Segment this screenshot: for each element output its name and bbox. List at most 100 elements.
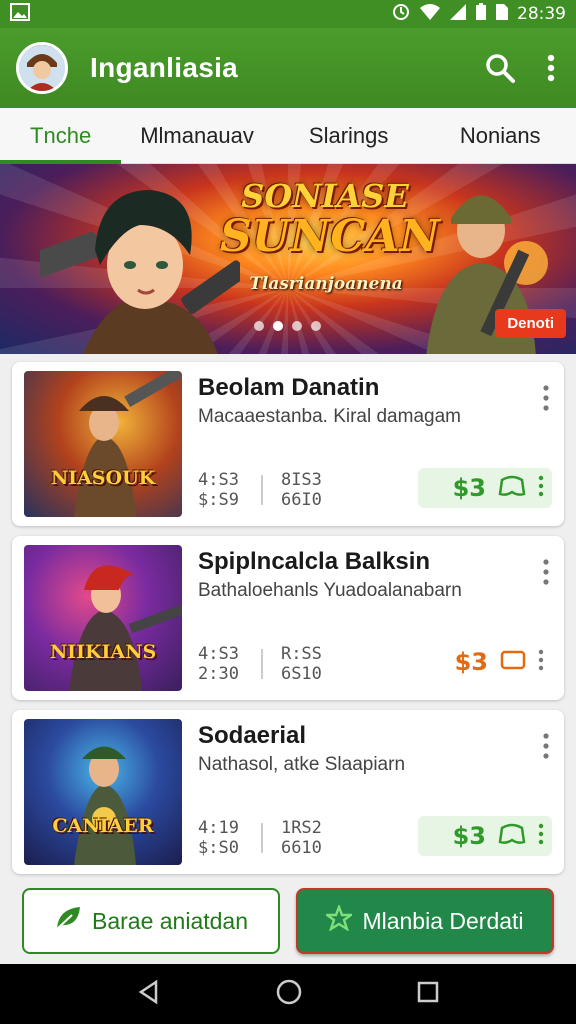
app-title: Inganliasia xyxy=(90,52,239,83)
wifi-icon xyxy=(419,3,441,26)
status-left xyxy=(10,2,30,26)
price-label: $3 xyxy=(454,648,488,676)
thumbnail-caption: NIIKIANS xyxy=(49,641,157,663)
thumbnail-caption: CANIAER xyxy=(52,815,154,837)
stat-column: 1RS2 6610 xyxy=(281,818,322,858)
price-box[interactable]: $3 xyxy=(418,816,552,856)
banner-title: SONIASE SUNCAN xyxy=(220,177,440,262)
pager-dot-active[interactable] xyxy=(273,321,283,331)
tab-label: Nonians xyxy=(459,122,541,148)
game-card-body: Spiplncalcla Balksin Bathaloehanls Yuado… xyxy=(198,548,552,688)
sync-icon xyxy=(391,2,411,27)
thumbnail-art xyxy=(74,746,136,865)
pager-dot[interactable] xyxy=(311,321,321,331)
tab-nonians[interactable]: Nonians xyxy=(424,108,576,163)
game-card-body: Beolam Danatin Macaaestanba. Kiral damag… xyxy=(198,374,552,514)
search-icon[interactable] xyxy=(484,52,516,84)
banner-title-line2: SUNCAN xyxy=(220,211,440,262)
primary-action-button[interactable]: Mlanbia Derdati xyxy=(296,888,554,954)
tab-label: Slarings xyxy=(308,122,389,148)
stat-value: 2:30 xyxy=(198,664,239,684)
stat-column: 4:19 $:S0 xyxy=(198,818,239,858)
primary-action-label: Mlanbia Derdati xyxy=(362,907,524,934)
price-label: $3 xyxy=(452,474,486,502)
tab-mlmanauav[interactable]: Mlmanauav xyxy=(121,108,273,163)
more-vert-icon[interactable] xyxy=(542,732,550,765)
signal-icon xyxy=(449,3,467,26)
app-actions xyxy=(484,52,556,84)
bottom-actions: Barae aniatdan Mlanbia Derdati xyxy=(22,888,554,954)
status-time: 28:39 xyxy=(517,4,566,24)
system-nav-bar xyxy=(0,964,576,1024)
hero-girl-illustration xyxy=(40,190,240,354)
pager-dot[interactable] xyxy=(292,321,302,331)
stat-value: 6S10 xyxy=(280,664,322,684)
status-bar: 28:39 xyxy=(0,0,576,28)
price-label: $3 xyxy=(452,822,486,850)
app-bar: Inganliasia xyxy=(0,28,576,108)
secondary-action-label: Barae aniatdan xyxy=(91,907,248,934)
game-title: Spiplncalcla Balksin xyxy=(198,548,431,575)
recents-icon[interactable] xyxy=(416,980,440,1009)
back-icon[interactable] xyxy=(136,979,162,1010)
home-icon[interactable] xyxy=(275,978,303,1011)
more-vert-icon[interactable] xyxy=(538,649,544,676)
stat-value: 8IS3 xyxy=(280,470,322,490)
more-vert-icon[interactable] xyxy=(546,53,556,83)
stat-value: $:S9 xyxy=(198,490,239,510)
more-vert-icon[interactable] xyxy=(538,823,544,850)
stat-value: 4:S3 xyxy=(198,470,239,490)
game-list: NIASOUK Beolam Danatin Macaaestanba. Kir… xyxy=(0,354,576,874)
game-card[interactable]: NIIKIANS Spiplncalcla Balksin Bathaloeha… xyxy=(12,536,564,700)
gamepad-icon xyxy=(498,822,526,851)
game-thumbnail[interactable]: NIIKIANS xyxy=(24,545,182,691)
leaf-icon xyxy=(54,905,82,937)
more-vert-icon[interactable] xyxy=(542,384,550,417)
banner-title-line1: SONIASE xyxy=(241,177,409,215)
tab-tnche[interactable]: Tnche xyxy=(0,108,122,164)
sim-icon xyxy=(495,3,509,26)
game-thumbnail[interactable]: NIASOUK xyxy=(24,371,182,517)
game-stats: 4:S3 2:30 R:SS 6S10 xyxy=(198,644,322,684)
stat-value: $:S0 xyxy=(198,838,239,858)
price-box[interactable]: $3 xyxy=(418,468,552,508)
tab-label: Mlmanauav xyxy=(140,122,254,148)
game-title: Beolam Danatin xyxy=(198,374,380,401)
stat-value: R:SS xyxy=(280,644,322,664)
banner-button[interactable]: Denoti xyxy=(495,309,566,338)
secondary-action-button[interactable]: Barae aniatdan xyxy=(22,888,280,954)
gallery-notification-icon xyxy=(10,2,30,26)
avatar[interactable] xyxy=(16,42,68,94)
stat-column: 4:S3 2:30 xyxy=(198,644,239,684)
promo-banner[interactable]: SONIASE SUNCAN Tlasrianjoanena Denoti xyxy=(0,164,576,354)
stat-divider xyxy=(260,823,263,853)
stat-value: 66I0 xyxy=(280,490,322,510)
game-title: Sodaerial xyxy=(198,722,307,749)
game-subtitle: Nathasol, atke Slaapiarn xyxy=(198,754,406,775)
game-subtitle: Macaaestanba. Kiral damagam xyxy=(198,406,461,427)
more-vert-icon[interactable] xyxy=(538,475,544,502)
stat-value: 4:S3 xyxy=(198,644,239,664)
pager-dot[interactable] xyxy=(254,321,264,331)
price-box[interactable]: $3 xyxy=(418,642,552,682)
game-stats: 4:S3 $:S9 8IS3 66I0 xyxy=(198,470,322,510)
status-right: 28:39 xyxy=(391,2,566,27)
game-thumbnail[interactable]: CANIAER xyxy=(24,719,182,865)
game-card[interactable]: CANIAER Sodaerial Nathasol, atke Slaapia… xyxy=(12,710,564,874)
game-stats: 4:19 $:S0 1RS2 6610 xyxy=(198,818,322,858)
battery-icon xyxy=(475,2,487,26)
banner-pager xyxy=(254,321,321,331)
thumbnail-art xyxy=(74,371,182,517)
stat-value: 1RS2 xyxy=(280,818,322,838)
stat-divider xyxy=(260,475,263,505)
banner-subtitle: Tlasrianjoanena xyxy=(249,274,403,294)
tab-slarings[interactable]: Slarings xyxy=(273,108,425,163)
game-card-body: Sodaerial Nathasol, atke Slaapiarn 4:19 … xyxy=(198,722,552,862)
more-vert-icon[interactable] xyxy=(542,558,550,591)
avatar-soldier-icon xyxy=(19,45,65,91)
game-card[interactable]: NIASOUK Beolam Danatin Macaaestanba. Kir… xyxy=(12,362,564,526)
thumbnail-caption: NIASOUK xyxy=(50,467,156,489)
stat-value: 6610 xyxy=(280,838,322,858)
tab-label: Tnche xyxy=(30,122,92,148)
stat-column: 4:S3 $:S9 xyxy=(198,470,239,510)
